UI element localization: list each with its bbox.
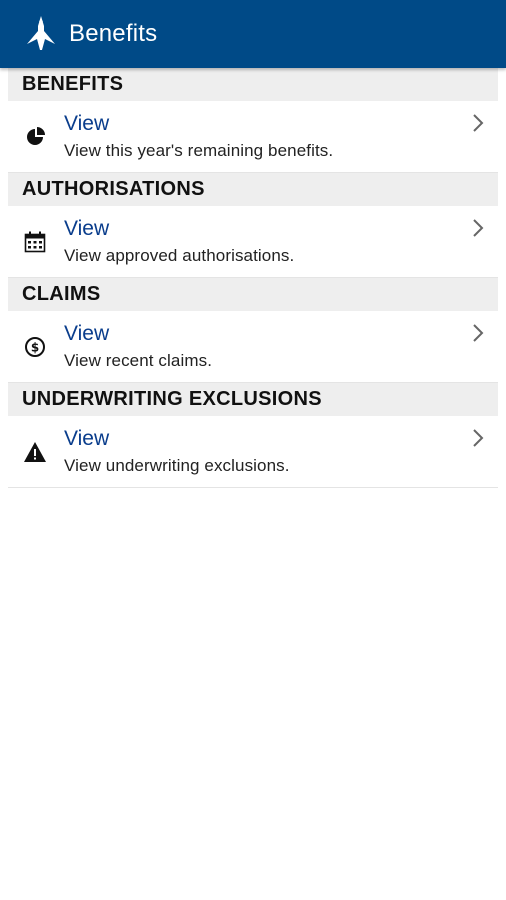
section-header-authorisations: AUTHORISATIONS <box>8 173 498 206</box>
section-header-benefits: BENEFITS <box>8 68 498 101</box>
claims-view-link[interactable]: View <box>64 321 212 347</box>
section-header-underwriting-exclusions: UNDERWRITING EXCLUSIONS <box>8 383 498 416</box>
chevron-right-icon[interactable] <box>468 323 488 343</box>
row-claims[interactable]: $ View View recent claims. <box>8 311 498 383</box>
dollar-coin-icon: $ <box>22 334 48 360</box>
authorisations-description: View approved authorisations. <box>64 245 295 265</box>
claims-description: View recent claims. <box>64 350 213 370</box>
warning-icon <box>22 439 48 465</box>
app-bar-title: Benefits <box>69 20 158 47</box>
row-underwriting-exclusions[interactable]: View View underwriting exclusions. <box>8 416 498 488</box>
chevron-right-icon[interactable] <box>468 113 488 133</box>
underwriting-description: View underwriting exclusions. <box>64 455 290 475</box>
row-benefits[interactable]: View View this year's remaining benefits… <box>8 101 498 173</box>
section-header-claims: CLAIMS <box>8 278 498 311</box>
benefits-description: View this year's remaining benefits. <box>64 140 334 160</box>
authorisations-view-link[interactable]: View <box>64 216 294 242</box>
svg-text:$: $ <box>31 340 39 354</box>
pie-chart-icon <box>22 124 48 150</box>
underwriting-view-link[interactable]: View <box>64 426 290 452</box>
benefits-list: BENEFITS View View this year's remaining… <box>8 68 498 488</box>
chevron-right-icon[interactable] <box>468 428 488 448</box>
app-bar: Benefits <box>0 0 506 68</box>
chevron-right-icon[interactable] <box>468 218 488 238</box>
row-authorisations[interactable]: View View approved authorisations. <box>8 206 498 278</box>
calendar-icon <box>22 229 48 255</box>
eagle-logo-icon <box>21 14 61 54</box>
benefits-view-link[interactable]: View <box>64 111 333 137</box>
